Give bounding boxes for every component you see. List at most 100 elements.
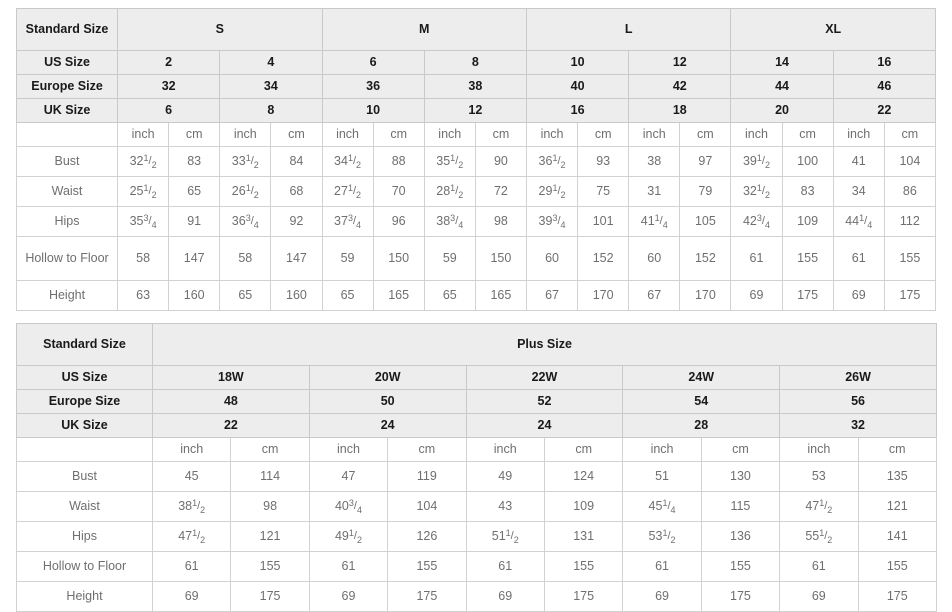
measurement-label-bust: Bust: [16, 461, 153, 492]
measurement-label-height: Height: [15, 280, 119, 311]
measurement-value: 67: [628, 280, 681, 311]
measurement-value: 105: [679, 206, 732, 237]
measurement-value: 155: [883, 236, 937, 281]
measurement-value: 393/4: [525, 206, 579, 237]
measurement-value: 58: [219, 236, 272, 281]
measurement-value: 115: [700, 491, 781, 522]
measurement-value: 59: [321, 236, 374, 281]
measurement-value: 150: [474, 236, 527, 281]
group-header-plus-size: Plus Size: [151, 323, 938, 366]
measurement-value: 65: [423, 280, 476, 311]
measurement-value: 70: [372, 176, 425, 207]
measurement-value: 41: [832, 146, 885, 177]
measurement-value: 147: [168, 236, 221, 281]
size-cell: 18: [628, 98, 732, 123]
measurement-value: 124: [543, 461, 624, 492]
measurement-value: 109: [543, 491, 624, 522]
measurement-value: 72: [474, 176, 527, 207]
measurement-label-bust: Bust: [15, 146, 119, 177]
measurement-value: 96: [372, 206, 425, 237]
row-label-us-size: US Size: [16, 365, 153, 390]
measurement-value: 155: [230, 551, 310, 582]
measurement-value: 373/4: [321, 206, 374, 237]
measurement-value: 381/2: [151, 491, 232, 522]
measurement-value: 152: [577, 236, 630, 281]
measurement-value: 65: [219, 280, 272, 311]
size-cell: 8: [219, 98, 323, 123]
measurement-value: 155: [781, 236, 834, 281]
row-label-uk-size: UK Size: [15, 98, 119, 123]
size-cell: 18W: [152, 365, 310, 390]
measurement-value: 155: [857, 551, 938, 582]
measurement-value: 43: [465, 491, 545, 522]
measurement-value: 130: [700, 461, 781, 492]
group-header-row: Standard Size S M L XL: [15, 8, 936, 51]
measurement-value: 97: [679, 146, 732, 177]
size-cell: 12: [628, 50, 732, 75]
size-row-uk-size: UK Size 22 24 24 28 32: [16, 413, 938, 438]
size-cell: 38: [423, 74, 527, 99]
measurement-value: 98: [474, 206, 527, 237]
measurement-row-hollow-to-floor: Hollow to Floor 61 155 61 155 61 155 61 155 61 155: [16, 551, 938, 582]
size-cell: 48: [152, 389, 310, 414]
measurement-value: 59: [423, 236, 476, 281]
unit-label-inch: inch: [151, 437, 232, 462]
measurement-value: 34: [832, 176, 885, 207]
measurement-value: 321/2: [730, 176, 783, 207]
measurement-value: 147: [270, 236, 323, 281]
measurement-value: 471/2: [151, 521, 232, 552]
unit-label-inch: inch: [465, 437, 545, 462]
size-cell: 36: [321, 74, 425, 99]
size-cell: 56: [779, 389, 938, 414]
unit-header-row: inch cm inch cm inch cm inch cm inch cm inch cm inch…: [15, 122, 937, 147]
unit-label-inch: inch: [730, 122, 783, 147]
measurement-value: 65: [168, 176, 221, 207]
measurement-value: 155: [543, 551, 624, 582]
measurement-value: 69: [832, 280, 885, 311]
measurement-value: 175: [781, 280, 834, 311]
measurement-label-waist: Waist: [16, 491, 153, 522]
size-cell: 6: [117, 98, 221, 123]
unit-label-cm: cm: [679, 122, 732, 147]
size-chart-page: Standard Size S M L XL US Size 2 4 6 8 10 12 14 16 Eur…: [0, 0, 952, 612]
measurement-value: 152: [679, 236, 732, 281]
measurement-label-hips: Hips: [15, 206, 119, 237]
measurement-value: 100: [781, 146, 834, 177]
size-cell: 52: [465, 389, 624, 414]
unit-row-blank-corner: [16, 437, 153, 462]
size-cell: 16: [525, 98, 630, 123]
unit-label-cm: cm: [372, 122, 425, 147]
size-cell: 28: [622, 413, 781, 438]
measurement-value: 61: [832, 236, 885, 281]
measurement-value: 93: [577, 146, 630, 177]
unit-row-blank-corner: [15, 122, 119, 147]
unit-label-inch: inch: [628, 122, 681, 147]
measurement-value: 175: [387, 581, 467, 612]
measurement-value: 65: [321, 280, 374, 311]
measurement-value: 160: [270, 280, 323, 311]
measurement-value: 511/2: [465, 521, 545, 552]
measurement-value: 391/2: [730, 146, 783, 177]
measurement-row-waist: Waist 381/2 98 403/4 104 43 109 451/4 115 471/2 12…: [16, 491, 938, 522]
unit-label-cm: cm: [270, 122, 323, 147]
measurement-value: 175: [857, 581, 938, 612]
unit-label-inch: inch: [117, 122, 170, 147]
standard-size-table: Standard Size S M L XL US Size 2 4 6 8 10 12 14 16 Eur…: [15, 8, 937, 311]
measurement-value: 49: [465, 461, 545, 492]
group-header-row: Standard Size Plus Size: [16, 323, 938, 366]
measurement-value: 126: [387, 521, 467, 552]
measurement-value: 61: [465, 551, 545, 582]
measurement-value: 60: [628, 236, 681, 281]
measurement-row-hollow-to-floor: Hollow to Floor 58 147 58 147 59 150 59 150 60 152…: [15, 236, 937, 281]
size-cell: 12: [423, 98, 527, 123]
unit-label-cm: cm: [168, 122, 221, 147]
measurement-value: 141: [857, 521, 938, 552]
measurement-value: 351/2: [423, 146, 476, 177]
size-cell: 14: [730, 50, 834, 75]
size-cell: 26W: [779, 365, 938, 390]
measurement-value: 83: [168, 146, 221, 177]
measurement-value: 136: [700, 521, 781, 552]
unit-label-cm: cm: [474, 122, 527, 147]
measurement-row-hips: Hips 353/4 91 363/4 92 373/4 96 383/4 98 393/4 101…: [15, 206, 937, 237]
measurement-value: 175: [883, 280, 937, 311]
